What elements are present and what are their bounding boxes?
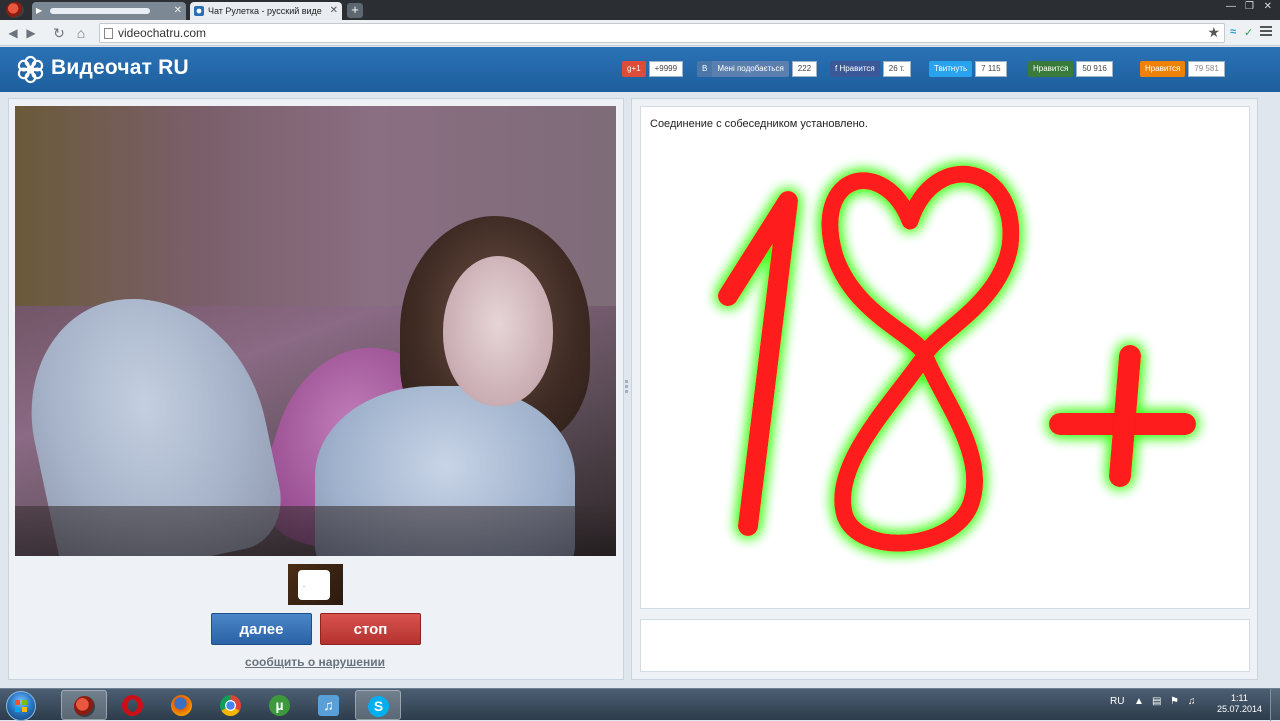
taskbar-firefox[interactable] [159, 690, 205, 720]
gplus-widget[interactable]: g+1 +9999 [622, 61, 684, 77]
tweet-count: 7 115 [975, 61, 1007, 77]
gplus-count: +9999 [648, 61, 684, 77]
twitter-widget[interactable]: Твитнуть 7 115 [929, 61, 1007, 77]
new-tab-button[interactable]: + [347, 3, 363, 18]
vk-icon: В [697, 61, 713, 77]
site-logo-text[interactable]: Видеочат RU [51, 56, 189, 80]
mailru-widget[interactable]: Нравится 79 581 [1140, 61, 1225, 77]
show-desktop-button[interactable] [1270, 689, 1280, 721]
mailru-like-button[interactable]: Нравится [1140, 61, 1186, 77]
chat-splitter[interactable] [938, 612, 952, 625]
taskbar-music[interactable]: ♫ [306, 690, 352, 720]
chrome-icon [220, 695, 241, 716]
bookmark-star-icon[interactable]: ★ [1207, 24, 1220, 41]
odnoklassniki-widget[interactable]: Нравится 50 916 [1028, 61, 1113, 77]
close-icon[interactable]: ✕ [330, 2, 338, 20]
stop-button[interactable]: стоп [320, 613, 421, 645]
home-icon[interactable]: ⌂ [72, 24, 90, 42]
windows-taskbar: µ ♫ S RU ▲ ▤ ⚑ ♫ 1:11 25.07.2014 [0, 688, 1280, 721]
ok-like-count: 50 916 [1076, 61, 1113, 77]
tab-title: Чат Рулетка - русский виде [208, 6, 322, 16]
skype-icon: S [368, 696, 389, 717]
language-indicator[interactable]: RU [1110, 696, 1124, 707]
remote-video [15, 106, 616, 556]
utorrent-icon: µ [269, 695, 290, 716]
music-icon: ♫ [318, 695, 339, 716]
tweet-button[interactable]: Твитнуть [929, 61, 973, 77]
extension-icon[interactable]: ✓ [1244, 26, 1253, 39]
browser-tabstrip: ▶ ✕ Чат Рулетка - русский виде ✕ + — ❐ ✕ [0, 0, 1280, 20]
logo-flower-icon[interactable] [16, 55, 45, 84]
system-message: Соединение с собеседником установлено. [650, 118, 868, 130]
window-close-icon[interactable]: ✕ [1264, 1, 1272, 12]
back-icon[interactable]: ◀ [4, 24, 22, 42]
reload-icon[interactable]: ↻ [50, 24, 68, 42]
self-video-preview: - [288, 564, 343, 605]
vk-like-button[interactable]: Мені подобається [712, 61, 789, 77]
next-button[interactable]: далее [211, 613, 312, 645]
tray-expand-icon[interactable]: ▲ [1134, 696, 1144, 707]
browser-toolbar: ◀ ▶ ↻ ⌂ videochatru.com ★ ≈ ✓ [0, 20, 1280, 46]
vk-like-count: 222 [791, 61, 818, 77]
videochat-favicon-icon [194, 6, 204, 16]
network-icon[interactable]: ▤ [1152, 696, 1161, 707]
mailru-like-count: 79 581 [1188, 61, 1225, 77]
extension-icon[interactable]: ≈ [1230, 26, 1236, 38]
site-header: Видеочат RU g+1 +9999 В Мені подобається… [0, 47, 1280, 92]
close-icon[interactable]: ✕ [174, 2, 182, 20]
facebook-like-count: 26 т. [882, 61, 911, 77]
browser-icon [74, 696, 95, 717]
menu-icon[interactable] [1260, 26, 1272, 38]
firefox-icon [171, 695, 192, 716]
browser-logo-icon[interactable] [6, 2, 24, 18]
video-floor-shadow [15, 506, 616, 556]
taskbar-skype[interactable]: S [355, 690, 401, 720]
facebook-widget[interactable]: f Нравится 26 т. [830, 61, 911, 77]
start-button[interactable] [6, 691, 36, 721]
address-bar[interactable]: videochatru.com ★ [99, 23, 1225, 43]
taskbar-opera[interactable] [110, 690, 156, 720]
video-figure-face [443, 256, 553, 406]
ok-like-button[interactable]: Нравится [1028, 61, 1074, 77]
clock-date: 25.07.2014 [1216, 704, 1262, 714]
tab-active[interactable]: Чат Рулетка - русский виде ✕ [190, 2, 342, 20]
url-text: videochatru.com [118, 26, 207, 40]
page-icon [104, 28, 113, 39]
volume-icon[interactable]: ♫ [1188, 696, 1196, 707]
vk-ua-widget[interactable]: В Мені подобається 222 [697, 61, 818, 77]
opera-icon [122, 695, 143, 716]
chat-log[interactable]: Соединение с собеседником установлено. [640, 106, 1250, 609]
minimize-icon[interactable]: — [1226, 1, 1236, 12]
forward-icon[interactable]: ▶ [22, 24, 40, 42]
restore-icon[interactable]: ❐ [1245, 1, 1254, 12]
chat-message-input[interactable] [640, 619, 1250, 672]
taskbar-utorrent[interactable]: µ [257, 690, 303, 720]
system-clock[interactable]: 1:11 25.07.2014 [1217, 693, 1262, 715]
report-abuse-link[interactable]: сообщить о нарушении [215, 655, 415, 669]
play-icon: ▶ [36, 6, 43, 15]
panel-splitter[interactable] [625, 380, 629, 396]
security-icon[interactable]: ⚑ [1170, 696, 1179, 707]
tab-inactive[interactable]: ▶ ✕ [32, 2, 186, 20]
taskbar-browser[interactable] [61, 690, 107, 720]
facebook-like-button[interactable]: f Нравится [830, 61, 880, 77]
tab-title-redacted [50, 8, 150, 14]
taskbar-chrome[interactable] [208, 690, 254, 720]
gplus-button[interactable]: g+1 [622, 61, 646, 77]
clock-time: 1:11 [1231, 693, 1248, 703]
